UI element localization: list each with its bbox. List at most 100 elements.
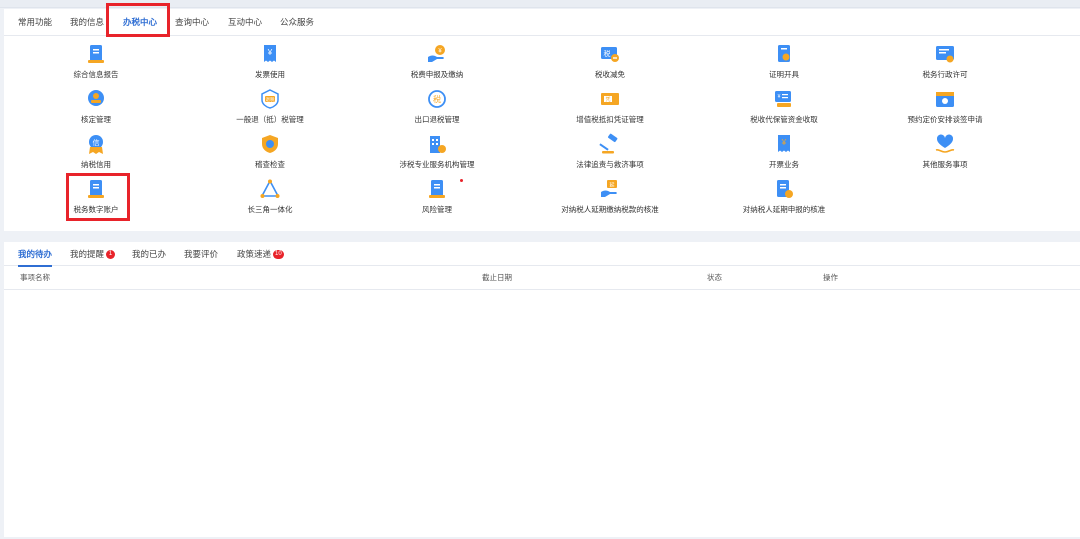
service-label: 税收减免: [595, 70, 625, 79]
service-label: 涉税专业服务机构管理: [399, 160, 475, 169]
todo-panel: 我的待办 我的提醒 1 我的已办 我要评价 政策速递 10 事项名称 截止日期 状态…: [4, 242, 1080, 537]
service-label: 出口退税管理: [414, 115, 460, 124]
triangle-icon: [259, 178, 281, 200]
tab-public-service[interactable]: 公众服务: [280, 9, 314, 36]
service-label: 核定管理: [81, 115, 111, 124]
new-indicator-dot: [460, 179, 463, 182]
svg-text:延: 延: [609, 182, 614, 189]
risk-document-icon: [426, 178, 448, 200]
tab-interaction-center[interactable]: 互动中心: [228, 9, 262, 36]
col-status: 状态: [707, 273, 722, 282]
svg-text:税: 税: [604, 49, 611, 58]
service-label: 预约定价安排谈签申请: [907, 115, 983, 124]
service-item[interactable]: ¥ 开票业务: [704, 129, 864, 173]
tab-query-center[interactable]: 查询中心: [175, 9, 209, 36]
service-item[interactable]: 预约定价安排谈签申请: [865, 84, 1025, 128]
service-item[interactable]: 综合信息报告: [16, 39, 176, 83]
todo-tabs: 我的待办 我的提醒 1 我的已办 我要评价 政策速递 10: [4, 242, 1080, 267]
service-item[interactable]: 税务行政许可: [865, 39, 1025, 83]
service-label: 稽查检查: [255, 160, 285, 169]
building-icon: [426, 133, 448, 155]
tax-reduction-icon: 税: [599, 43, 621, 65]
deferred-payment-icon: 延: [599, 178, 621, 200]
service-item[interactable]: ¥ 税收代保管资金收取: [704, 84, 864, 128]
service-item[interactable]: 退税 一般退（抵）税管理: [190, 84, 350, 128]
service-panel: 常用功能 我的信息 办税中心 查询中心 互动中心 公众服务 综合信息报告 ¥ 发票使…: [4, 3, 1080, 231]
col-deadline: 截止日期: [482, 273, 512, 282]
tab-label: 我的已办: [132, 249, 167, 259]
policy-badge: 10: [273, 250, 284, 260]
tab-tax-center[interactable]: 办税中心: [123, 9, 157, 36]
service-label: 风险管理: [422, 205, 452, 214]
service-label: 证明开具: [769, 70, 799, 79]
service-item[interactable]: 涉税专业服务机构管理: [357, 129, 517, 173]
custody-funds-icon: ¥: [773, 88, 795, 110]
svg-text:¥: ¥: [267, 48, 273, 57]
service-label: 法律追责与救济事项: [576, 160, 644, 169]
tab-my-reminders[interactable]: 我的提醒 1: [70, 242, 116, 266]
todo-table-header: 事项名称 截止日期 状态 操作: [4, 266, 1080, 290]
service-item[interactable]: 税出口退税管理: [357, 84, 517, 128]
tab-evaluate[interactable]: 我要评价: [184, 242, 218, 266]
service-label: 增值税抵扣凭证管理: [576, 115, 644, 124]
tab-my-todo[interactable]: 我的待办: [18, 242, 53, 267]
tab-label: 我要评价: [184, 249, 219, 259]
service-item[interactable]: 税税收减免: [530, 39, 690, 83]
voucher-icon: 凭: [599, 88, 621, 110]
invoice-icon: ¥: [259, 43, 281, 65]
tab-label: 政策速递: [237, 249, 272, 259]
service-label: 纳税信用: [81, 160, 111, 169]
service-label: 其他服务事项: [922, 160, 968, 169]
service-label: 一般退（抵）税管理: [236, 115, 304, 124]
service-label: 对纳税人延期缴纳税款的核准: [561, 205, 659, 214]
heart-hand-icon: [934, 133, 956, 155]
payment-hand-icon: ¥: [426, 43, 448, 65]
service-label: 税务数字账户: [73, 205, 119, 214]
service-item[interactable]: 税务数字账户: [16, 174, 176, 218]
service-item[interactable]: 对纳税人延期申报的核准: [704, 174, 864, 218]
service-item[interactable]: 稽查检查: [190, 129, 350, 173]
service-item[interactable]: 信纳税信用: [16, 129, 176, 173]
deferred-filing-icon: [773, 178, 795, 200]
service-label: 税费申报及缴纳: [410, 70, 464, 79]
service-item[interactable]: ¥ 发票使用: [190, 39, 350, 83]
tab-common[interactable]: 常用功能: [18, 9, 52, 36]
service-item[interactable]: 核定管理: [16, 84, 176, 128]
tab-label: 我的提醒: [70, 249, 105, 259]
service-label: 税务行政许可: [922, 70, 968, 79]
service-item[interactable]: 其他服务事项: [865, 129, 1025, 173]
gavel-icon: [599, 133, 621, 155]
service-item[interactable]: 凭增值税抵扣凭证管理: [530, 84, 690, 128]
service-label: 综合信息报告: [73, 70, 119, 79]
col-actions: 操作: [823, 273, 838, 282]
svg-text:¥: ¥: [781, 138, 787, 147]
service-label: 对纳税人延期申报的核准: [742, 205, 826, 214]
tab-my-done[interactable]: 我的已办: [132, 242, 166, 266]
service-item[interactable]: 风险管理: [357, 174, 517, 218]
svg-text:凭: 凭: [605, 96, 610, 103]
service-label: 税收代保管资金收取: [750, 115, 818, 124]
license-icon: [934, 43, 956, 65]
svg-text:税: 税: [433, 94, 441, 104]
service-label: 发票使用: [255, 70, 285, 79]
svg-text:信: 信: [93, 138, 100, 147]
tab-label: 我的待办: [18, 249, 53, 259]
service-item[interactable]: 长三角一体化: [190, 174, 350, 218]
tab-my-info[interactable]: 我的信息: [70, 9, 104, 36]
export-refund-icon: 税: [426, 88, 448, 110]
certificate-icon: [773, 43, 795, 65]
service-label: 长三角一体化: [247, 205, 293, 214]
service-item[interactable]: 证明开具: [704, 39, 864, 83]
top-strip: [0, 0, 1080, 8]
stamp-icon: [85, 88, 107, 110]
service-label: 开票业务: [769, 160, 799, 169]
digital-account-icon: [85, 178, 107, 200]
reminder-badge: 1: [106, 250, 116, 260]
issue-invoice-icon: ¥: [773, 133, 795, 155]
service-item[interactable]: 延对纳税人延期缴纳税款的核准: [530, 174, 690, 218]
service-item[interactable]: ¥ 税费申报及缴纳: [357, 39, 517, 83]
tab-policy-express[interactable]: 政策速递 10: [237, 242, 284, 266]
service-item[interactable]: 法律追责与救济事项: [530, 129, 690, 173]
calendar-icon: [934, 88, 956, 110]
col-item-name: 事项名称: [20, 273, 50, 282]
